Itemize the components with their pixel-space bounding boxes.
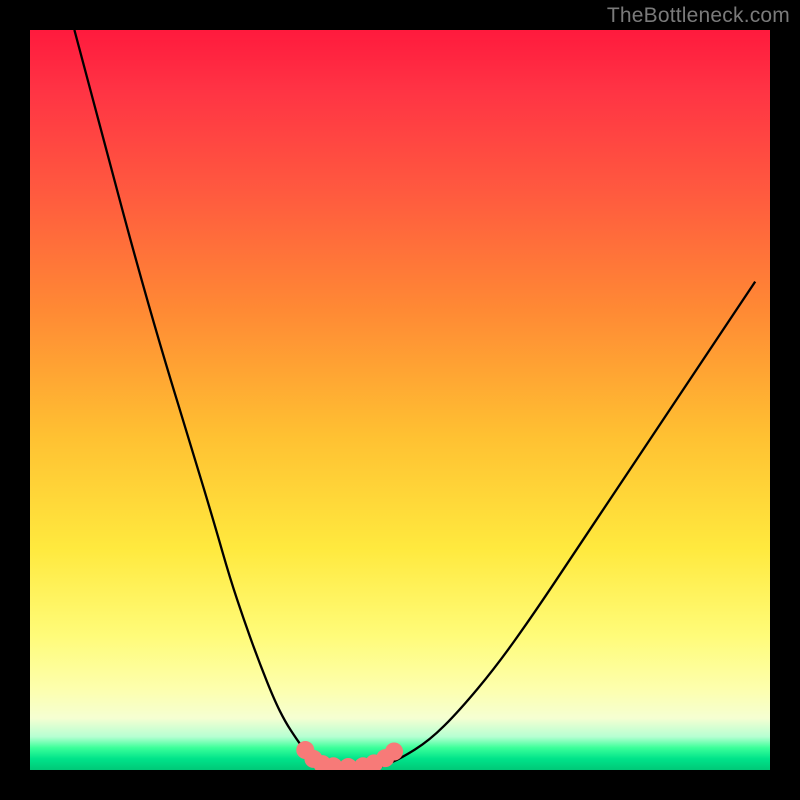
valley-markers [296,741,403,770]
left-curve [74,30,320,766]
plot-area [30,30,770,770]
right-curve [382,282,756,767]
attribution-text: TheBottleneck.com [607,4,790,28]
frame: TheBottleneck.com [0,0,800,800]
valley-marker [385,743,403,761]
chart-svg [30,30,770,770]
